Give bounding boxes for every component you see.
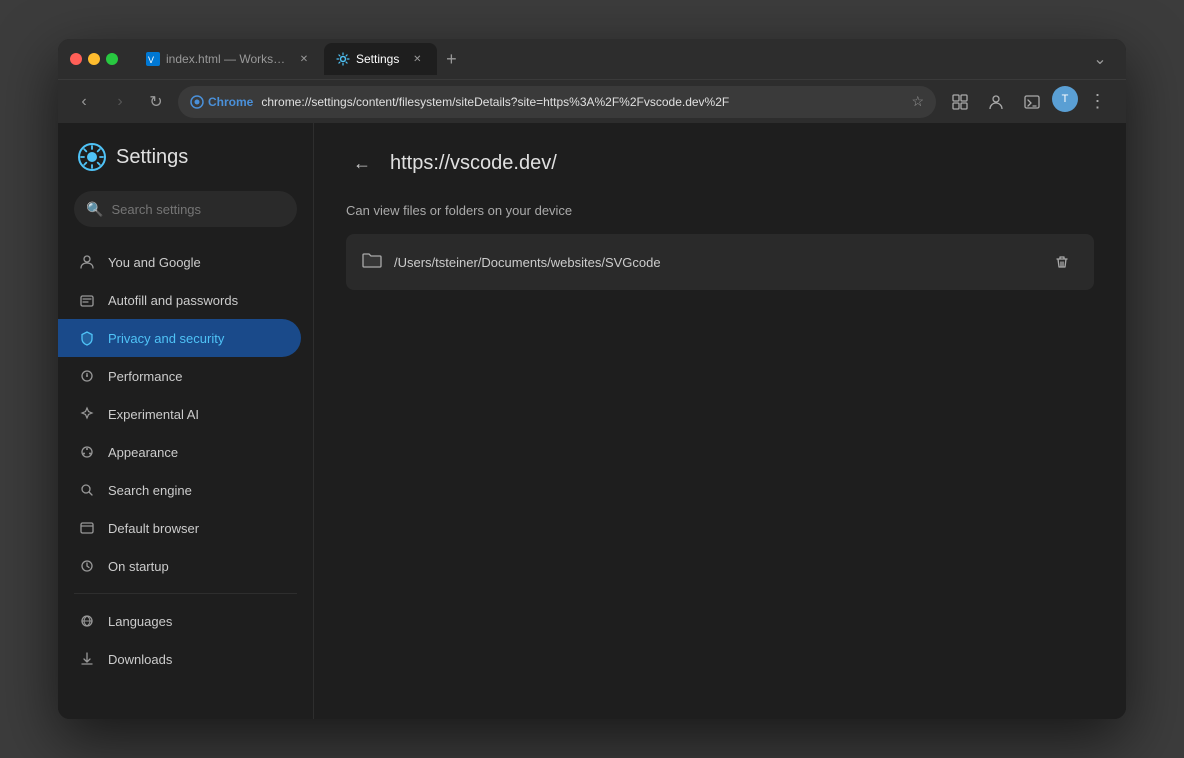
tab-settings[interactable]: Settings ✕ [324, 43, 437, 75]
nav-bar: ‹ › ↻ Chrome chrome://settings/content/f… [58, 79, 1126, 123]
chrome-brand-label: Chrome [208, 95, 253, 109]
search-input[interactable] [111, 202, 287, 217]
close-button[interactable] [70, 53, 82, 65]
sidebar-item-performance-label: Performance [108, 369, 182, 384]
url-text: chrome://settings/content/filesystem/sit… [261, 95, 903, 109]
user-avatar[interactable]: T [1052, 86, 1078, 112]
search-icon: 🔍 [86, 201, 103, 218]
ai-icon [78, 405, 96, 423]
back-button[interactable]: ‹ [70, 88, 98, 116]
settings-logo-icon [78, 143, 106, 171]
file-entry: /Users/tsteiner/Documents/websites/SVGco… [346, 234, 1094, 290]
person-icon [78, 253, 96, 271]
content-area: ← https://vscode.dev/ Can view files or … [314, 123, 1126, 719]
sidebar-item-downloads[interactable]: Downloads [58, 640, 301, 678]
performance-icon [78, 367, 96, 385]
tab-settings-close[interactable]: ✕ [409, 51, 425, 67]
sidebar-item-privacy[interactable]: Privacy and security [58, 319, 301, 357]
sidebar-item-search-engine[interactable]: Search engine [58, 471, 301, 509]
sidebar-divider [74, 593, 297, 594]
main-content: Settings 🔍 You and Google [58, 123, 1126, 719]
tab-bar: V index.html — Workspace — V ✕ Settings … [134, 43, 1078, 75]
chrome-logo: Chrome [190, 95, 253, 109]
downloads-icon [78, 650, 96, 668]
sidebar-item-appearance[interactable]: Appearance [58, 433, 301, 471]
site-url-title: https://vscode.dev/ [390, 152, 557, 175]
new-tab-button[interactable]: + [437, 45, 465, 73]
bookmark-icon[interactable]: ☆ [911, 93, 924, 110]
sidebar-item-on-startup-label: On startup [108, 559, 169, 574]
sidebar-item-privacy-label: Privacy and security [108, 331, 224, 346]
startup-icon [78, 557, 96, 575]
traffic-lights [70, 53, 118, 65]
devtools-button[interactable] [1016, 86, 1048, 118]
sidebar: Settings 🔍 You and Google [58, 123, 314, 719]
section-label: Can view files or folders on your device [346, 203, 1094, 218]
svg-text:V: V [148, 55, 154, 65]
profile-button[interactable] [980, 86, 1012, 118]
reload-button[interactable]: ↻ [142, 88, 170, 116]
title-bar: V index.html — Workspace — V ✕ Settings … [58, 39, 1126, 79]
settings-gear-icon [336, 52, 350, 66]
file-path-text: /Users/tsteiner/Documents/websites/SVGco… [394, 255, 1034, 270]
browser-icon [78, 519, 96, 537]
tab-settings-label: Settings [356, 52, 399, 66]
sidebar-item-downloads-label: Downloads [108, 652, 172, 667]
settings-header: Settings [58, 143, 313, 191]
minimize-button[interactable] [88, 53, 100, 65]
tab-vscode[interactable]: V index.html — Workspace — V ✕ [134, 43, 324, 75]
nav-actions: T ⋮ [944, 86, 1114, 118]
languages-icon [78, 612, 96, 630]
address-bar[interactable]: Chrome chrome://settings/content/filesys… [178, 86, 936, 118]
sidebar-item-you-and-google-label: You and Google [108, 255, 201, 270]
search-box[interactable]: 🔍 [74, 191, 297, 227]
sidebar-item-autofill-label: Autofill and passwords [108, 293, 238, 308]
menu-button[interactable]: ⋮ [1082, 86, 1114, 118]
sidebar-item-search-engine-label: Search engine [108, 483, 192, 498]
tab-vscode-label: index.html — Workspace — V [166, 52, 286, 66]
content-back-button[interactable]: ← [346, 147, 378, 179]
delete-button[interactable] [1046, 246, 1078, 278]
folder-icon [362, 252, 382, 273]
search-engine-icon [78, 481, 96, 499]
forward-button[interactable]: › [106, 88, 134, 116]
tab-expand-button[interactable]: ⌄ [1086, 45, 1114, 73]
sidebar-item-appearance-label: Appearance [108, 445, 178, 460]
appearance-icon [78, 443, 96, 461]
sidebar-item-performance[interactable]: Performance [58, 357, 301, 395]
vscode-icon: V [146, 52, 160, 66]
sidebar-item-languages[interactable]: Languages [58, 602, 301, 640]
sidebar-item-default-browser-label: Default browser [108, 521, 199, 536]
sidebar-item-default-browser[interactable]: Default browser [58, 509, 301, 547]
extensions-button[interactable] [944, 86, 976, 118]
sidebar-item-ai-label: Experimental AI [108, 407, 199, 422]
shield-icon [78, 329, 96, 347]
sidebar-item-autofill[interactable]: Autofill and passwords [58, 281, 301, 319]
tab-vscode-close[interactable]: ✕ [296, 51, 312, 67]
maximize-button[interactable] [106, 53, 118, 65]
sidebar-item-ai[interactable]: Experimental AI [58, 395, 301, 433]
sidebar-item-languages-label: Languages [108, 614, 172, 629]
autofill-icon [78, 291, 96, 309]
settings-title: Settings [116, 146, 188, 169]
sidebar-item-you-and-google[interactable]: You and Google [58, 243, 301, 281]
sidebar-item-on-startup[interactable]: On startup [58, 547, 301, 585]
content-header: ← https://vscode.dev/ [346, 147, 1094, 179]
